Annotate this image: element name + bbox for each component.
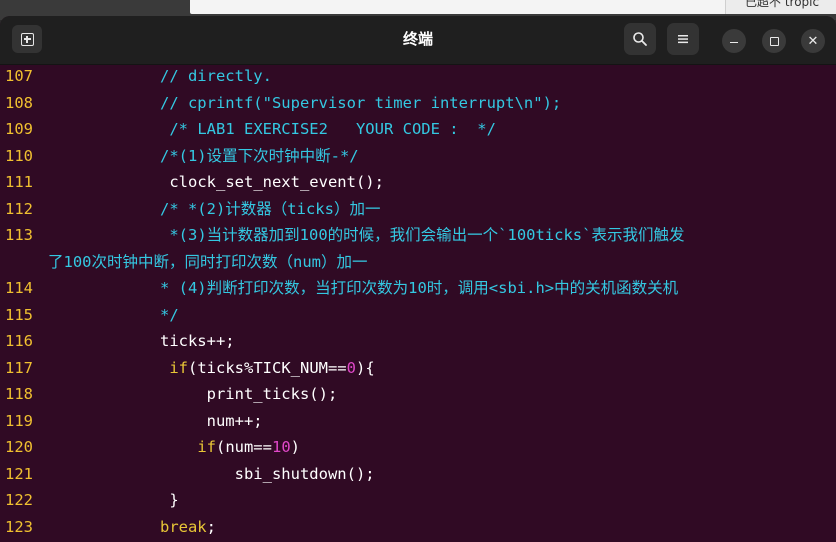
code-line: 113 *(3)当计数器加到100的时候，我们会输出一个`100ticks`表示… (0, 222, 836, 248)
line-number: 109 (5, 120, 33, 138)
search-button[interactable] (624, 23, 656, 55)
code-token: 0 (346, 358, 356, 377)
code-token: } (169, 491, 179, 509)
line-number: 119 (5, 411, 33, 430)
code-line: 109 /* LAB1 EXERCISE2 YOUR CODE : */ (0, 116, 836, 142)
code-token: ){ (355, 358, 375, 377)
minimize-icon (730, 41, 738, 44)
code-token: ) (290, 438, 300, 456)
code-token: clock_set_next_event(); (169, 173, 384, 191)
line-number: 113 (5, 226, 33, 244)
title-bar: 终端 ✕ (0, 16, 836, 65)
line-number: 112 (5, 199, 33, 218)
code-token: sbi_shutdown(); (234, 464, 375, 483)
search-icon (633, 32, 647, 46)
line-code: *(3)当计数器加到100的时候，我们会输出一个`100ticks`表示我们触发 (48, 222, 684, 248)
line-number: 111 (5, 173, 33, 191)
code-line: 120 if(num==10) (0, 434, 836, 460)
line-number: 118 (5, 385, 33, 403)
code-token: 了100次时钟中断，同时打印次数（num）加一 (48, 252, 368, 271)
code-token: (num== (215, 438, 272, 456)
code-token: ; (206, 517, 216, 536)
line-code: // directly. (48, 63, 272, 89)
code-token: if (169, 358, 188, 377)
line-number: 117 (5, 358, 33, 377)
line-number: 122 (5, 491, 33, 509)
terminal-window: 终端 ✕ 107 // directly. 108 // cprintf("Su… (0, 16, 836, 542)
code-line: 115 */ (0, 302, 836, 328)
code-token: /*(1)设置下次时钟中断-*/ (159, 146, 359, 165)
line-number: 108 (5, 93, 33, 112)
code-line: 107 // directly. (0, 63, 836, 89)
line-code: ticks++; (48, 328, 235, 354)
line-code: clock_set_next_event(); (48, 169, 384, 195)
line-number: 116 (5, 332, 33, 350)
line-number: 115 (5, 305, 33, 324)
line-code: // cprintf("Supervisor timer interrupt\n… (48, 90, 561, 116)
code-line: 了100次时钟中断，同时打印次数（num）加一 (0, 249, 836, 275)
line-number: 123 (5, 517, 33, 536)
maximize-icon (769, 36, 779, 46)
code-line: 122 } (0, 487, 836, 513)
code-token: *(3)当计数器加到100的时候，我们会输出一个`100ticks`表示我们触发 (169, 226, 685, 244)
line-code: 了100次时钟中断，同时打印次数（num）加一 (48, 249, 368, 275)
code-line: 112 /* *(2)计数器（ticks）加一 (0, 196, 836, 222)
code-line: 116 ticks++; (0, 328, 836, 354)
code-token: 10 (271, 438, 291, 456)
code-line: 117 if(ticks%TICK_NUM==0){ (0, 355, 836, 381)
menu-button[interactable] (667, 23, 699, 55)
code-token: // directly. (159, 67, 272, 85)
code-token: * (4)判断打印次数，当打印次数为10时，调用<sbi.h>中的关机函数关机 (159, 279, 679, 297)
close-button[interactable]: ✕ (801, 29, 825, 53)
close-icon: ✕ (807, 33, 819, 49)
code-line: 111 clock_set_next_event(); (0, 169, 836, 195)
code-token: (ticks%TICK_NUM== (188, 358, 347, 377)
code-token: if (197, 438, 216, 456)
code-line: 114 * (4)判断打印次数，当打印次数为10时，调用<sbi.h>中的关机函… (0, 275, 836, 301)
code-token: // cprintf("Supervisor timer interrupt\n… (159, 93, 562, 112)
line-code: } (48, 487, 179, 513)
code-line: 123 break; (0, 514, 836, 540)
code-line: 110 /*(1)设置下次时钟中断-*/ (0, 143, 836, 169)
line-code: num++; (48, 408, 263, 434)
code-line: 119 num++; (0, 408, 836, 434)
hamburger-menu-icon (678, 35, 688, 44)
code-token: */ (159, 305, 179, 324)
line-number: 110 (5, 146, 33, 165)
code-line: 118 print_ticks(); (0, 381, 836, 407)
code-token: /* LAB1 EXERCISE2 YOUR CODE : */ (169, 120, 496, 138)
line-number: 107 (5, 67, 33, 85)
line-number: 114 (5, 279, 33, 297)
code-line: 108 // cprintf("Supervisor timer interru… (0, 90, 836, 116)
code-line: 121 sbi_shutdown(); (0, 461, 836, 487)
code-token: print_ticks(); (206, 385, 338, 403)
background-window (190, 0, 750, 14)
line-code: * (4)判断打印次数，当打印次数为10时，调用<sbi.h>中的关机函数关机 (48, 275, 678, 301)
maximize-button[interactable] (762, 29, 786, 53)
window-title: 终端 (402, 30, 433, 48)
line-code: break; (48, 514, 216, 540)
code-token: break (159, 517, 207, 536)
code-token: /* *(2)计数器（ticks）加一 (159, 199, 381, 218)
terminal-content[interactable]: 107 // directly. 108 // cprintf("Supervis… (0, 65, 836, 542)
line-code: */ (48, 302, 179, 328)
background-window-text: 已超不 tropic (745, 0, 820, 9)
line-code: print_ticks(); (48, 381, 338, 407)
line-code: /*(1)设置下次时钟中断-*/ (48, 143, 359, 169)
line-code: /* *(2)计数器（ticks）加一 (48, 196, 380, 222)
code-token: ticks++; (159, 332, 235, 350)
line-number: 120 (5, 438, 33, 456)
line-code: if(num==10) (48, 434, 300, 460)
line-code: /* LAB1 EXERCISE2 YOUR CODE : */ (48, 116, 496, 142)
line-code: if(ticks%TICK_NUM==0){ (48, 355, 375, 381)
line-code: sbi_shutdown(); (48, 461, 375, 487)
minimize-button[interactable] (722, 29, 746, 53)
line-number: 121 (5, 464, 33, 483)
code-token: num++; (206, 411, 263, 430)
